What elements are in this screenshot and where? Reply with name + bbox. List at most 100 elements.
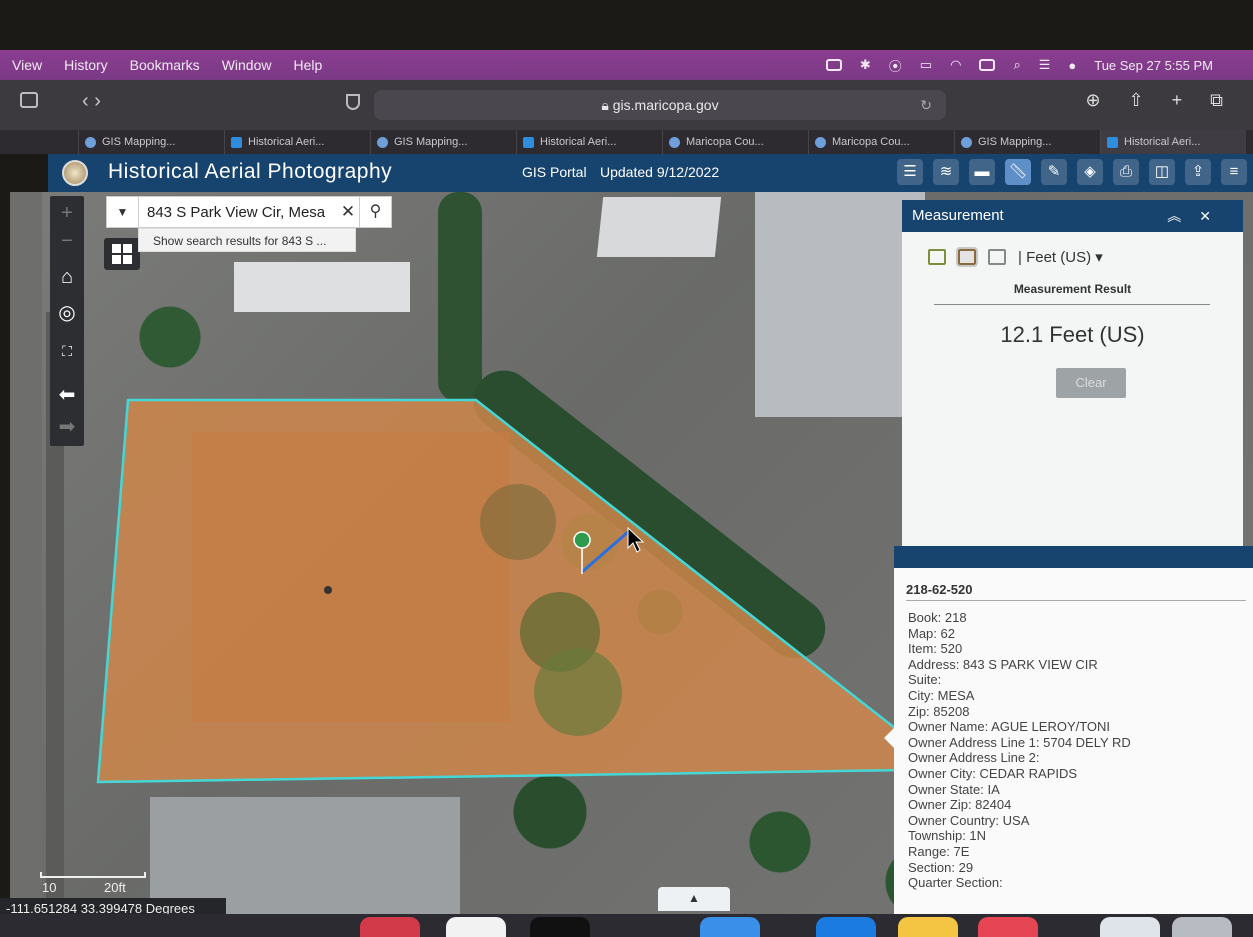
menu-bookmarks[interactable]: Bookmarks [130,57,200,73]
tab-gis-mapping-3[interactable]: GIS Mapping... [954,130,1100,154]
menu-history[interactable]: History [64,57,108,73]
divider [906,600,1246,601]
comment-icon[interactable]: ▬ [969,159,995,185]
back-forward-icon[interactable]: ‹ › [82,90,101,113]
unit-selector[interactable]: | Feet (US) ▾ [1018,248,1103,266]
screen-record-icon[interactable] [825,59,842,71]
compare-icon[interactable]: ◈ [1077,159,1103,185]
tab-label: Maricopa Cou... [686,136,764,148]
scale-line [40,872,146,878]
dock-app-icon[interactable] [360,917,420,937]
search-icon[interactable]: ⚲ [359,197,391,227]
tab-maricopa-2[interactable]: Maricopa Cou... [808,130,954,154]
clear-button[interactable]: Clear [1056,368,1126,398]
app-title: Historical Aerial Photography [108,160,393,183]
zoom-out-button[interactable]: − [52,226,82,256]
measure-ruler-icon[interactable]: 📏︎ [1005,159,1031,185]
tab-maricopa-1[interactable]: Maricopa Cou... [662,130,808,154]
tab-historical-1[interactable]: Historical Aeri... [224,130,370,154]
tab-label: GIS Mapping... [102,136,176,148]
dock-app-icon[interactable] [978,917,1038,937]
address-bar[interactable]: 🔒︎ gis.maricopa.gov ↻ [374,90,946,120]
globe-icon [669,136,680,148]
tab-label: GIS Mapping... [978,136,1052,148]
gis-portal-link[interactable]: GIS Portal [522,164,587,180]
download-icon[interactable]: ⊕ [1085,90,1100,111]
basemap-gallery-button[interactable] [104,238,140,270]
previous-extent-button[interactable]: ⬅ [52,380,82,410]
tab-gis-mapping-2[interactable]: GIS Mapping... [370,130,516,154]
bluetooth-icon[interactable]: ✱ [860,57,871,73]
dock-app-icon[interactable] [700,917,760,937]
draw-icon[interactable]: ✎ [1041,159,1067,185]
tab-historical-2[interactable]: Historical Aeri... [516,130,662,154]
tree [480,484,556,560]
parcel-attribute-line: Owner Name: AGUE LEROY/TONI [908,719,1111,735]
siri-icon[interactable]: ● [1068,58,1076,73]
dock-app-icon[interactable] [816,917,876,937]
unit-value: Feet (US) [1026,249,1092,266]
palm-tree [534,648,622,736]
search-suggestion[interactable]: Show search results for 843 S ... [138,228,356,252]
zoom-in-button[interactable]: + [52,198,82,228]
control-center-icon[interactable]: ☰ [1039,57,1051,73]
layers-icon[interactable]: ≋ [933,159,959,185]
grid-icon [123,244,132,253]
dock-app-icon[interactable] [530,917,590,937]
distance-tool-icon[interactable] [956,247,978,267]
app-header: Historical Aerial Photography GIS Portal… [48,154,1253,192]
favicon-icon [523,136,534,148]
parcel-attribute-line: Suite: [908,672,942,688]
legend-icon[interactable]: ☰ [897,159,923,185]
battery-icon[interactable]: ▭ [920,57,932,73]
attribute-table-toggle[interactable]: ▲ [658,887,730,911]
menu-window[interactable]: Window [222,57,272,73]
parcel-attribute-line: Owner Address Line 2: [908,750,1040,766]
search-source-dropdown[interactable]: ▼ [107,197,139,227]
dock-app-icon[interactable] [446,917,506,937]
parcel-attribute-line: Range: 7E [908,843,970,859]
spotlight-search-icon[interactable]: ⌕ [1013,57,1020,73]
parcel-attribute-line: Quarter Section: [908,875,1003,891]
print-icon[interactable]: ⎙ [1113,159,1139,185]
tab-overview-icon[interactable]: ⧉ [1210,90,1223,111]
dock [0,914,1253,937]
next-extent-button[interactable]: ➡ [52,412,82,442]
privacy-shield-icon[interactable] [346,94,360,110]
collapse-icon[interactable]: ︽ [1167,208,1199,224]
result-label: Measurement Result [1013,282,1132,296]
share-map-icon[interactable]: ⇪ [1185,159,1211,185]
browser-toolbar: ‹ › 🔒︎ gis.maricopa.gov ↻ ⊕ ⇧ + ⧉ [0,80,1253,130]
share-icon[interactable]: ⇧ [1129,90,1144,111]
menu-icon[interactable]: ≡ [1221,159,1247,185]
search-input[interactable]: 843 S Park View Cir, Mesa [139,204,337,221]
swipe-icon[interactable]: ◫ [1149,159,1175,185]
dock-app-icon[interactable] [898,917,958,937]
dock-app-icon[interactable] [1100,917,1160,937]
fullscreen-button[interactable]: ⛶ [52,336,82,366]
play-icon[interactable]: ⦿ [889,56,902,75]
reload-icon[interactable]: ↻ [920,90,932,120]
keyboard-icon[interactable] [979,59,996,71]
location-tool-icon[interactable] [988,249,1006,265]
sidebar-toggle-icon[interactable] [20,92,38,108]
locate-button[interactable]: ◎ [52,298,82,328]
wifi-icon[interactable]: ◠ [950,57,961,73]
tab-historical-active[interactable]: Historical Aeri... [1100,130,1246,154]
tab-label: Historical Aeri... [248,136,325,148]
menu-help[interactable]: Help [293,57,322,73]
tab-label: GIS Mapping... [394,136,468,148]
home-button[interactable]: ⌂ [52,262,82,292]
close-icon[interactable]: ✕ [1199,208,1229,224]
area-tool-icon[interactable] [928,249,946,265]
browser-actions: ⊕ ⇧ + ⧉ [1085,90,1223,111]
trash-icon[interactable] [1172,917,1232,937]
menubar-clock[interactable]: Tue Sep 27 5:55 PM [1094,58,1213,73]
mac-menu-bar: View History Bookmarks Window Help ✱ ⦿ ▭… [0,50,1253,80]
clear-search-icon[interactable]: ✕ [337,202,359,222]
new-tab-icon[interactable]: + [1172,90,1183,111]
county-seal-logo [62,160,88,186]
lock-icon: 🔒︎ [601,97,613,113]
menu-view[interactable]: View [12,57,42,73]
tab-gis-mapping-1[interactable]: GIS Mapping... [78,130,224,154]
